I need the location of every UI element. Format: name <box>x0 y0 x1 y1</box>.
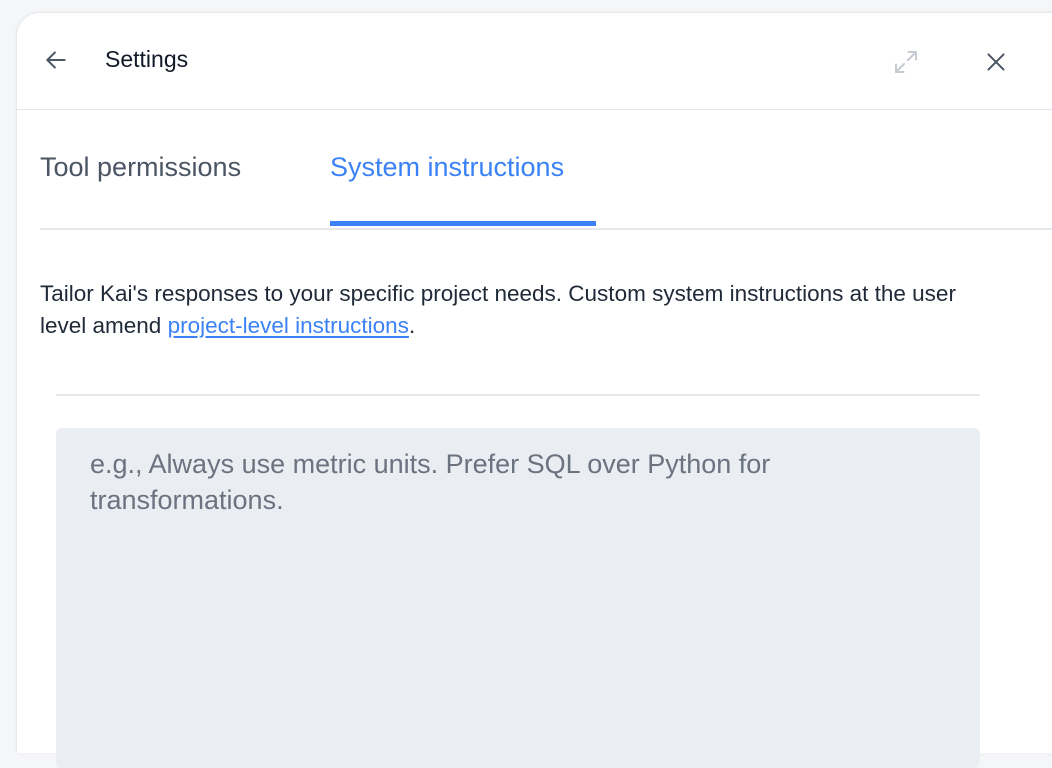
settings-header: Settings <box>17 13 1052 110</box>
system-instructions-input[interactable] <box>56 428 980 768</box>
close-button[interactable] <box>979 45 1013 79</box>
instructions-description: Tailor Kai's responses to your specific … <box>40 278 1000 342</box>
settings-tabs: Tool permissions System instructions <box>40 148 1052 230</box>
back-button[interactable] <box>39 43 73 77</box>
active-tab-indicator <box>330 221 596 226</box>
tab-tool-permissions[interactable]: Tool permissions <box>40 152 241 183</box>
expand-button[interactable] <box>889 45 923 79</box>
arrow-left-icon <box>46 51 66 69</box>
description-text-end: . <box>408 313 416 338</box>
divider <box>56 394 980 396</box>
close-icon <box>987 53 1005 71</box>
page-title: Settings <box>105 46 189 72</box>
project-level-instructions-link[interactable]: project-level instructions <box>168 313 409 338</box>
expand-icon <box>895 51 917 73</box>
tab-system-instructions[interactable]: System instructions <box>330 152 564 183</box>
